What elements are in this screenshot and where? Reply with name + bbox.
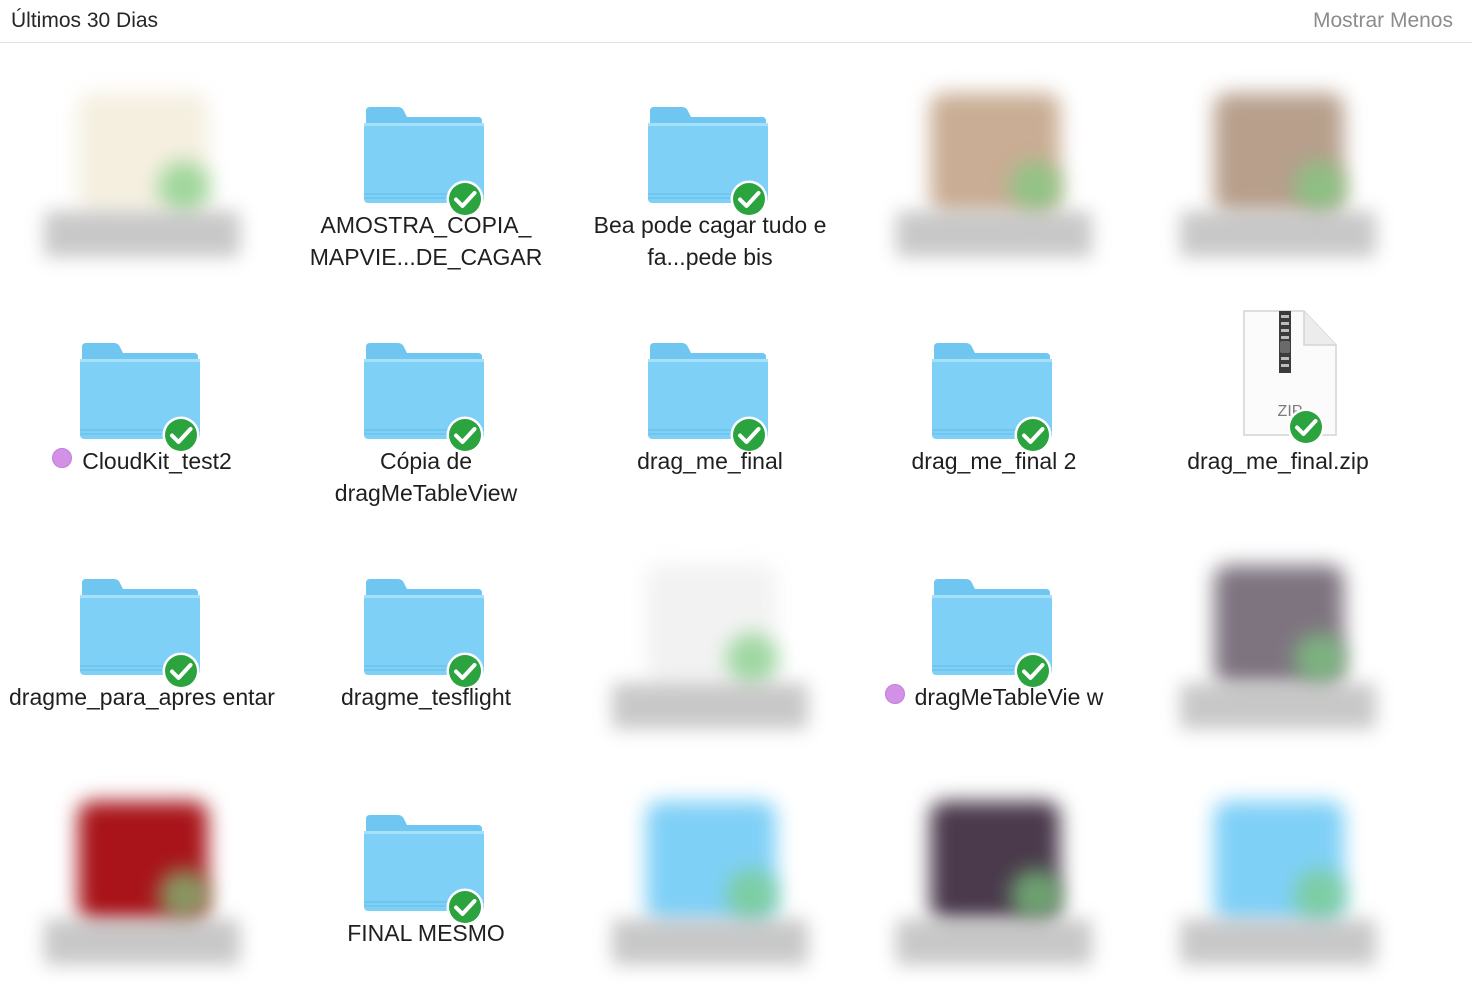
checkmark-icon	[1294, 161, 1346, 213]
file-name-label: dragme_tesflight	[292, 681, 560, 713]
file-name-label: dragMeTableVie w	[860, 681, 1128, 713]
file-name-text: FINAL MESMO	[347, 920, 505, 946]
folder-item[interactable]: AMOSTRA_COPIA_ MAPVIE...DE_CAGAR	[284, 43, 568, 279]
folder-item[interactable]: Bea pode cagar tudo e fa...pede bis	[568, 43, 852, 279]
checkmark-icon	[726, 633, 778, 685]
checkmark-icon	[1286, 407, 1326, 447]
file-name-label: AMOSTRA_COPIA_ MAPVIE...DE_CAGAR	[292, 209, 560, 273]
section-title: Últimos 30 Dias	[11, 9, 159, 32]
blurred-filename	[896, 211, 1092, 257]
blurred-filename	[896, 919, 1092, 965]
blurred-filename	[44, 211, 240, 257]
zip-file-item[interactable]: ZIP drag_me_final.zip	[1136, 279, 1420, 515]
blurred-file-item[interactable]	[852, 751, 1136, 987]
blurred-file-item[interactable]	[568, 751, 852, 987]
checkmark-icon	[1294, 869, 1346, 921]
folder-item[interactable]: drag_me_final 2	[852, 279, 1136, 515]
folder-item[interactable]: drag_me_final	[568, 279, 852, 515]
file-name-text: dragme_tesflight	[340, 684, 512, 710]
folder-item[interactable]: dragMeTableVie w	[852, 515, 1136, 751]
blurred-file-item[interactable]	[0, 751, 284, 987]
file-name-text: AMOSTRA_COPIA_ MAPVIE...DE_CAGAR	[309, 212, 543, 270]
blurred-filename	[1180, 683, 1376, 729]
file-name-label: drag_me_final.zip	[1144, 445, 1412, 477]
file-name-label: dragme_para_apres entar	[8, 681, 276, 713]
blurred-filename	[612, 919, 808, 965]
folder-item[interactable]: FINAL MESMO	[284, 751, 568, 987]
blurred-file-item[interactable]	[1136, 43, 1420, 279]
blurred-filename	[1180, 919, 1376, 965]
file-grid: AMOSTRA_COPIA_ MAPVIE...DE_CAGAR Bea pode…	[0, 43, 1472, 1006]
blurred-filename	[612, 683, 808, 729]
blurred-file-item[interactable]	[0, 43, 284, 279]
file-name-label: FINAL MESMO	[292, 917, 560, 949]
checkmark-icon	[158, 869, 210, 921]
purple-tag-icon	[884, 684, 905, 704]
file-name-text: drag_me_final 2	[911, 448, 1077, 474]
folder-item[interactable]: Cópia de dragMeTableView	[284, 279, 568, 515]
checkmark-icon	[1294, 633, 1346, 685]
blurred-filename	[44, 919, 240, 965]
checkmark-icon	[1010, 161, 1062, 213]
checkmark-icon	[1010, 869, 1062, 921]
blurred-filename	[1180, 211, 1376, 257]
checkmark-icon	[726, 869, 778, 921]
file-name-text: drag_me_final	[637, 448, 783, 474]
file-name-text: Cópia de dragMeTableView	[334, 448, 518, 506]
file-name-text: dragme_para_apres entar	[9, 684, 275, 710]
folder-item[interactable]: dragme_tesflight	[284, 515, 568, 751]
file-name-label: Bea pode cagar tudo e fa...pede bis	[576, 209, 844, 273]
blurred-file-item[interactable]	[1136, 515, 1420, 751]
file-name-label: Cópia de dragMeTableView	[292, 445, 560, 509]
file-name-text: drag_me_final.zip	[1187, 448, 1369, 474]
checkmark-icon	[158, 161, 210, 213]
blurred-file-item[interactable]	[1136, 751, 1420, 987]
folder-item[interactable]: dragme_para_apres entar	[0, 515, 284, 751]
show-less-button[interactable]: Mostrar Menos	[1313, 9, 1453, 33]
blurred-file-item[interactable]	[568, 515, 852, 751]
file-name-label: CloudKit_test2	[8, 445, 276, 477]
file-name-text: CloudKit_test2	[82, 448, 232, 474]
file-name-label: drag_me_final 2	[860, 445, 1128, 477]
section-header: Últimos 30 Dias Mostrar Menos	[0, 0, 1472, 43]
blurred-file-item[interactable]	[852, 43, 1136, 279]
file-name-label: drag_me_final	[576, 445, 844, 477]
folder-item[interactable]: CloudKit_test2	[0, 279, 284, 515]
file-name-text: Bea pode cagar tudo e fa...pede bis	[593, 212, 827, 270]
purple-tag-icon	[52, 448, 73, 468]
file-name-text: dragMeTableVie w	[914, 684, 1104, 710]
